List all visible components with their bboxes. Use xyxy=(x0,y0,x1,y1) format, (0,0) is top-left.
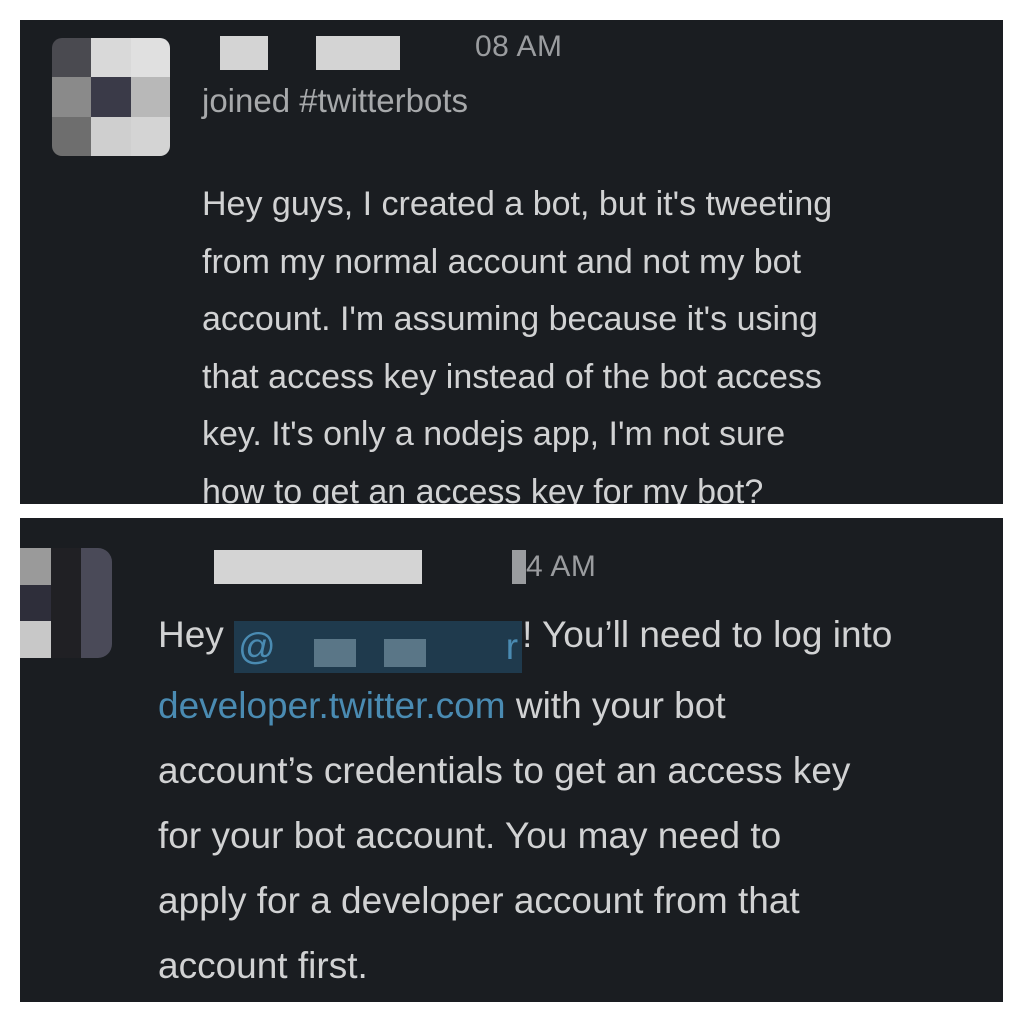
message-line: Hey guys, I created a bot, but it's twee… xyxy=(202,185,833,223)
message-line: Hey @ r! You’ll need to log into xyxy=(158,602,892,673)
username-censored[interactable] xyxy=(316,36,400,70)
message-body: Hey guys, I created a bot, but it's twee… xyxy=(202,176,832,504)
message-line: apply for a developer account from that xyxy=(158,880,800,921)
message-text: ! You’ll need to log into xyxy=(522,614,893,655)
message-line: account’s credentials to get an access k… xyxy=(158,750,851,791)
developer-link[interactable]: developer.twitter.com xyxy=(158,685,506,726)
message-line: account first. xyxy=(158,945,368,986)
message-panel-bottom: 4 AM Hey @ r! You’ll need to log into dev… xyxy=(20,518,1003,1002)
message-line: account. I'm assuming because it's using xyxy=(202,300,818,338)
message-line: that access key instead of the bot acces… xyxy=(202,357,822,396)
username-censored[interactable] xyxy=(220,36,268,70)
mention-censor-block xyxy=(314,639,357,667)
message-timestamp[interactable]: 4 AM xyxy=(526,550,596,584)
avatar[interactable] xyxy=(20,548,112,658)
mention-censor-block xyxy=(384,639,427,667)
avatar[interactable] xyxy=(52,38,170,156)
join-notice: joined #twitterbots xyxy=(202,82,468,119)
username-censored[interactable] xyxy=(512,550,526,584)
message-panel-top: 08 AM joined #twitterbots Hey guys, I cr… xyxy=(20,20,1003,504)
message-line: from my normal account and not my bot xyxy=(202,242,802,281)
mention-prefix: @ xyxy=(238,626,276,667)
username-censored[interactable] xyxy=(214,550,422,584)
message-line: how to get an access key for my bot? xyxy=(202,472,764,505)
message-body: Hey @ r! You’ll need to log into develope… xyxy=(158,602,892,998)
user-mention[interactable]: @ r xyxy=(234,621,523,673)
message-line: for your bot account. You may need to xyxy=(158,815,782,856)
message-timestamp[interactable]: 08 AM xyxy=(475,30,563,64)
message-text: with your bot xyxy=(505,685,726,726)
message-line: key. It's only a nodejs app, I'm not sur… xyxy=(202,415,786,453)
greeting-text: Hey xyxy=(158,614,235,655)
message-line: developer.twitter.com with your bot xyxy=(158,673,892,738)
mention-suffix: r xyxy=(505,626,519,667)
